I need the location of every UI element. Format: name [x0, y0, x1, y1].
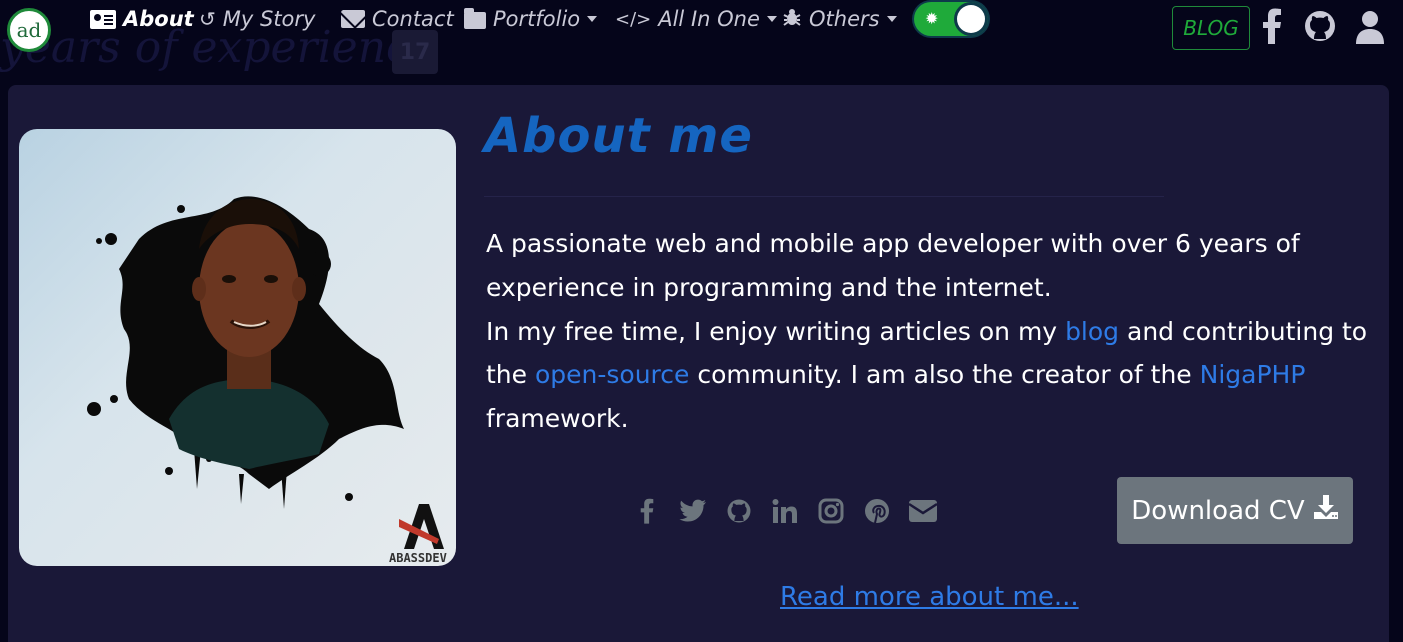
bio-text-segment: framework. [486, 404, 629, 434]
chevron-down-icon [766, 16, 777, 22]
facebook-icon[interactable] [1262, 8, 1282, 48]
bio-text-segment: community. I am also the creator of the [689, 360, 1200, 390]
bio-text: A passionate web and mobile app develope… [486, 222, 1376, 441]
github-icon[interactable] [716, 494, 762, 528]
nav-item-label: Others [809, 7, 880, 31]
open-source-link[interactable]: open-source [535, 360, 689, 389]
theme-toggle[interactable]: ✹ [914, 2, 988, 36]
nav-item-contact[interactable]: Contact [341, 4, 454, 34]
photo-watermark: ABASSDEV [389, 551, 447, 565]
nav-item-label: All In One [658, 7, 760, 31]
instagram-icon[interactable] [808, 494, 854, 528]
history-icon: ↺ [199, 7, 216, 31]
bio-text-segment: In my free time, I enjoy writing article… [486, 316, 1066, 346]
envelope-icon[interactable] [900, 494, 946, 528]
title-divider [484, 196, 1164, 197]
sun-icon: ✹ [925, 9, 939, 28]
nav-item-others[interactable]: Others [782, 4, 897, 34]
blog-link[interactable]: blog [1065, 317, 1119, 346]
nigaphp-link[interactable]: NigaPHP [1200, 360, 1306, 389]
about-title: About me [484, 108, 753, 164]
pinterest-icon[interactable] [854, 494, 900, 528]
bio-line: A passionate web and mobile app develope… [486, 229, 1300, 302]
github-icon[interactable] [1303, 9, 1337, 47]
id-card-icon [90, 9, 116, 29]
facebook-icon[interactable] [624, 494, 670, 528]
toggle-knob [957, 5, 985, 33]
chevron-down-icon [587, 16, 598, 22]
logo-text: ad [16, 18, 42, 42]
code-icon: </> [615, 8, 652, 30]
nav-item-about[interactable]: About [90, 4, 194, 34]
nav-item-label: Portfolio [493, 7, 581, 31]
download-cv-label: Download CV [1131, 495, 1305, 526]
nav-item-all-in-one[interactable]: </> All In One [615, 4, 777, 34]
nav-item-label: About [123, 7, 194, 31]
site-logo[interactable]: ad [7, 8, 51, 52]
profile-photo: ABASSDEV [19, 129, 456, 566]
navbar: ad About ↺ My Story Contact Portfolio </… [0, 0, 1403, 52]
envelope-icon [341, 10, 365, 28]
user-icon[interactable] [1356, 10, 1384, 48]
linkedin-icon[interactable] [762, 494, 808, 528]
read-more-link[interactable]: Read more about me... [780, 582, 1079, 612]
bug-icon [782, 7, 802, 32]
social-links [624, 494, 946, 528]
nav-item-label: My Story [222, 7, 316, 31]
blog-button[interactable]: BLOG [1172, 6, 1250, 50]
download-cv-button[interactable]: Download CV [1117, 477, 1353, 544]
twitter-icon[interactable] [670, 494, 716, 528]
nav-item-my-story[interactable]: ↺ My Story [199, 4, 315, 34]
download-icon [1313, 494, 1339, 527]
folder-icon [464, 7, 486, 29]
nav-item-label: Contact [372, 7, 454, 31]
chevron-down-icon [886, 16, 897, 22]
nav-item-portfolio[interactable]: Portfolio [464, 4, 598, 34]
